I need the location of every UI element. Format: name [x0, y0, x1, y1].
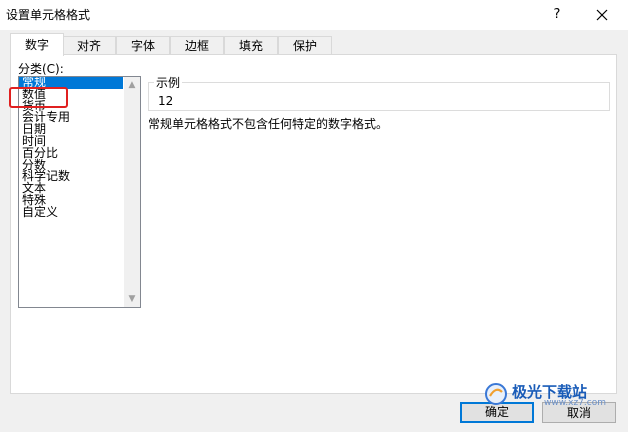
watermark-logo-icon — [485, 383, 507, 405]
category-label: 分类(C): — [18, 62, 64, 76]
annotation-highlight-box — [9, 87, 68, 108]
close-icon — [596, 9, 608, 21]
category-item-custom[interactable]: 自定义 — [19, 206, 123, 219]
tab-number[interactable]: 数字 — [10, 33, 64, 56]
watermark: 极光下载站 www.xz7.com — [484, 380, 624, 410]
tab-font[interactable]: 字体 — [116, 36, 170, 56]
window-title: 设置单元格格式 — [6, 8, 91, 22]
category-listbox[interactable]: 常规 数值 货币 会计专用 日期 时间 百分比 分数 科学记数 文本 特殊 自定… — [18, 76, 141, 308]
sample-value: 12 — [158, 94, 174, 108]
tab-alignment[interactable]: 对齐 — [62, 36, 116, 56]
watermark-url: www.xz7.com — [544, 398, 606, 408]
help-button[interactable]: ? — [544, 3, 570, 27]
tab-border[interactable]: 边框 — [170, 36, 224, 56]
title-bar: 设置单元格格式 ? — [0, 0, 628, 30]
close-button[interactable] — [588, 3, 616, 27]
format-description: 常规单元格格式不包含任何特定的数字格式。 — [148, 117, 389, 131]
sample-group — [148, 82, 610, 111]
sample-legend: 示例 — [154, 74, 183, 91]
category-scrollbar[interactable]: ▲ ▼ — [124, 77, 140, 307]
scroll-down-icon[interactable]: ▼ — [124, 291, 140, 307]
scroll-up-icon[interactable]: ▲ — [124, 77, 140, 93]
tab-fill[interactable]: 填充 — [224, 36, 278, 56]
tab-protection[interactable]: 保护 — [278, 36, 332, 56]
